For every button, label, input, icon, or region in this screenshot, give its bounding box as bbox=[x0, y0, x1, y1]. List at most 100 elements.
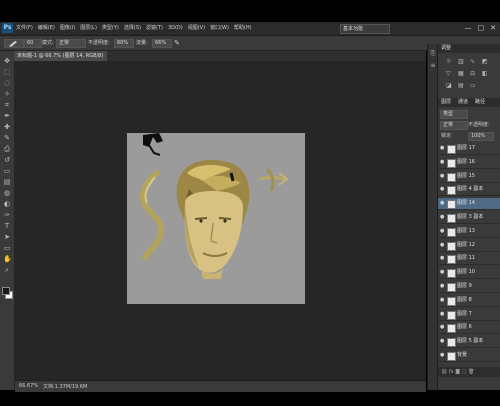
visibility-eye-icon[interactable]: ● bbox=[440, 255, 445, 261]
visibility-eye-icon[interactable]: ● bbox=[440, 173, 445, 179]
menu-item[interactable]: 3D(D) bbox=[168, 23, 183, 33]
posterize-icon[interactable]: ▤ bbox=[458, 82, 464, 89]
history-icon[interactable]: ⎘ bbox=[429, 50, 437, 58]
layer-row[interactable]: ● 图层 17 bbox=[438, 143, 500, 155]
visibility-eye-icon[interactable]: ● bbox=[440, 159, 445, 165]
opacity-input[interactable]: 60% bbox=[114, 39, 134, 48]
brightness-icon[interactable]: ☼ bbox=[446, 58, 451, 65]
move-tool-icon[interactable]: ✥ bbox=[3, 57, 11, 65]
eraser-icon[interactable]: ▭ bbox=[3, 167, 11, 175]
layers-tab[interactable]: 图层 bbox=[441, 98, 451, 107]
layer-blend-mode[interactable]: 正常 bbox=[440, 121, 468, 130]
visibility-eye-icon[interactable]: ● bbox=[440, 283, 445, 289]
gradient-tool-icon[interactable]: ▤ bbox=[3, 178, 11, 186]
type-tool-icon[interactable]: T bbox=[3, 222, 11, 230]
new-layer-icon[interactable]: ▢ bbox=[462, 369, 467, 375]
flow-input[interactable]: 66% bbox=[152, 39, 172, 48]
history-brush-icon[interactable]: ↺ bbox=[3, 156, 11, 164]
layer-row[interactable]: ● 图层 11 bbox=[438, 253, 500, 266]
layer-row[interactable]: ● 背景 bbox=[438, 350, 500, 362]
visibility-eye-icon[interactable]: ● bbox=[440, 200, 445, 206]
adjustments-panel-tab[interactable]: 调整 bbox=[438, 44, 500, 53]
menu-item[interactable]: 编辑(E) bbox=[38, 23, 55, 33]
mask-icon[interactable]: ◙ bbox=[455, 369, 460, 375]
mode-select[interactable]: 正常 bbox=[56, 39, 86, 48]
menu-item[interactable]: 帮助(H) bbox=[234, 23, 252, 33]
tool-preset-picker[interactable] bbox=[4, 39, 24, 48]
marquee-tool-icon[interactable]: ⬚ bbox=[3, 68, 11, 76]
color-balance-icon[interactable]: ⚖ bbox=[470, 70, 475, 77]
airbrush-icon[interactable]: ✎ bbox=[174, 39, 182, 47]
layer-row[interactable]: ● 图层 8 bbox=[438, 294, 500, 307]
hue-saturation-icon[interactable]: ▦ bbox=[458, 70, 464, 77]
menu-item[interactable]: 类型(Y) bbox=[102, 23, 119, 33]
paths-tab[interactable]: 路径 bbox=[475, 98, 485, 107]
channels-tab[interactable]: 通道 bbox=[458, 98, 468, 107]
visibility-eye-icon[interactable]: ● bbox=[440, 297, 445, 303]
visibility-eye-icon[interactable]: ● bbox=[440, 145, 445, 151]
quick-select-icon[interactable]: ✧ bbox=[3, 90, 11, 98]
menu-item[interactable]: 图层(L) bbox=[80, 23, 97, 33]
layer-row[interactable]: ● 图层 10 bbox=[438, 267, 500, 280]
menu-item[interactable]: 文件(F) bbox=[16, 23, 33, 33]
link-icon[interactable]: ⛓ bbox=[441, 369, 447, 375]
layer-row[interactable]: ● 图层 16 bbox=[438, 156, 500, 169]
layer-row[interactable]: ● 图层 13 bbox=[438, 225, 500, 238]
menu-item[interactable]: 选择(S) bbox=[124, 23, 141, 33]
clone-stamp-icon[interactable]: ⎙ bbox=[3, 145, 11, 153]
layer-kind-filter[interactable]: 类型 bbox=[440, 110, 468, 119]
visibility-eye-icon[interactable]: ● bbox=[440, 186, 445, 192]
eyedropper-icon[interactable]: ✒ bbox=[3, 112, 11, 120]
crop-tool-icon[interactable]: ⌗ bbox=[3, 101, 11, 109]
exposure-icon[interactable]: ◩ bbox=[482, 58, 488, 65]
zoom-tool-icon[interactable]: ⌕ bbox=[3, 266, 11, 274]
visibility-eye-icon[interactable]: ● bbox=[440, 214, 445, 220]
layer-row[interactable]: ● 图层 14 bbox=[438, 198, 500, 211]
properties-icon[interactable]: ≡ bbox=[429, 62, 437, 70]
gradient-map-icon[interactable]: ▭ bbox=[470, 82, 476, 89]
hand-tool-icon[interactable]: ✋ bbox=[3, 255, 12, 263]
healing-brush-icon[interactable]: ✚ bbox=[3, 123, 11, 131]
layer-row[interactable]: ● 图层 9 bbox=[438, 281, 500, 293]
visibility-eye-icon[interactable]: ● bbox=[440, 228, 445, 234]
path-select-icon[interactable]: ➤ bbox=[3, 233, 11, 241]
layer-opacity-input[interactable]: 100% bbox=[468, 132, 494, 141]
layer-row[interactable]: ● 图层 5 副本 bbox=[438, 336, 500, 349]
layer-row[interactable]: ● 图层 6 bbox=[438, 322, 500, 335]
black-white-icon[interactable]: ◧ bbox=[482, 70, 488, 77]
dodge-tool-icon[interactable]: ◐ bbox=[3, 200, 11, 208]
visibility-eye-icon[interactable]: ● bbox=[440, 338, 445, 344]
lasso-tool-icon[interactable]: ◌ bbox=[3, 79, 11, 87]
layer-row[interactable]: ● 图层 4 副本 bbox=[438, 184, 500, 197]
menu-item[interactable]: 图像(I) bbox=[60, 23, 75, 33]
layer-row[interactable]: ● 图层 3 副本 bbox=[438, 212, 500, 224]
visibility-eye-icon[interactable]: ● bbox=[440, 352, 445, 358]
menu-item[interactable]: 视图(V) bbox=[188, 23, 205, 33]
document-canvas[interactable] bbox=[127, 133, 305, 304]
curves-icon[interactable]: ∿ bbox=[470, 58, 475, 65]
levels-icon[interactable]: ▥ bbox=[458, 58, 464, 65]
invert-icon[interactable]: ◪ bbox=[446, 82, 452, 89]
document-tab[interactable]: 未标题-1 @ 66.7% (图层 14, RGB/8) bbox=[14, 51, 107, 61]
brush-size-picker[interactable]: 60 bbox=[24, 39, 42, 48]
foreground-color-swatch[interactable] bbox=[2, 287, 10, 295]
vibrance-icon[interactable]: ▽ bbox=[446, 70, 451, 77]
visibility-eye-icon[interactable]: ● bbox=[440, 311, 445, 317]
menu-item[interactable]: 滤镜(T) bbox=[146, 23, 163, 33]
shape-tool-icon[interactable]: ▭ bbox=[3, 244, 11, 252]
visibility-eye-icon[interactable]: ● bbox=[440, 269, 445, 275]
close-button[interactable]: ✕ bbox=[490, 23, 496, 33]
menu-item[interactable]: 窗口(W) bbox=[210, 23, 229, 33]
fx-icon[interactable]: fx bbox=[449, 369, 454, 375]
visibility-eye-icon[interactable]: ● bbox=[440, 242, 445, 248]
trash-icon[interactable]: 🗑 bbox=[468, 369, 474, 375]
brush-tool-icon[interactable]: ✎ bbox=[3, 134, 11, 142]
layer-row[interactable]: ● 图层 12 bbox=[438, 239, 500, 252]
maximize-button[interactable]: □ bbox=[478, 23, 485, 33]
minimize-button[interactable]: — bbox=[465, 23, 472, 33]
zoom-readout[interactable]: 66.67% bbox=[19, 383, 38, 389]
pen-tool-icon[interactable]: ✑ bbox=[3, 211, 11, 219]
layer-row[interactable]: ● 图层 15 bbox=[438, 170, 500, 183]
workspace-switcher[interactable]: 基本功能 bbox=[340, 24, 390, 34]
visibility-eye-icon[interactable]: ● bbox=[440, 324, 445, 330]
